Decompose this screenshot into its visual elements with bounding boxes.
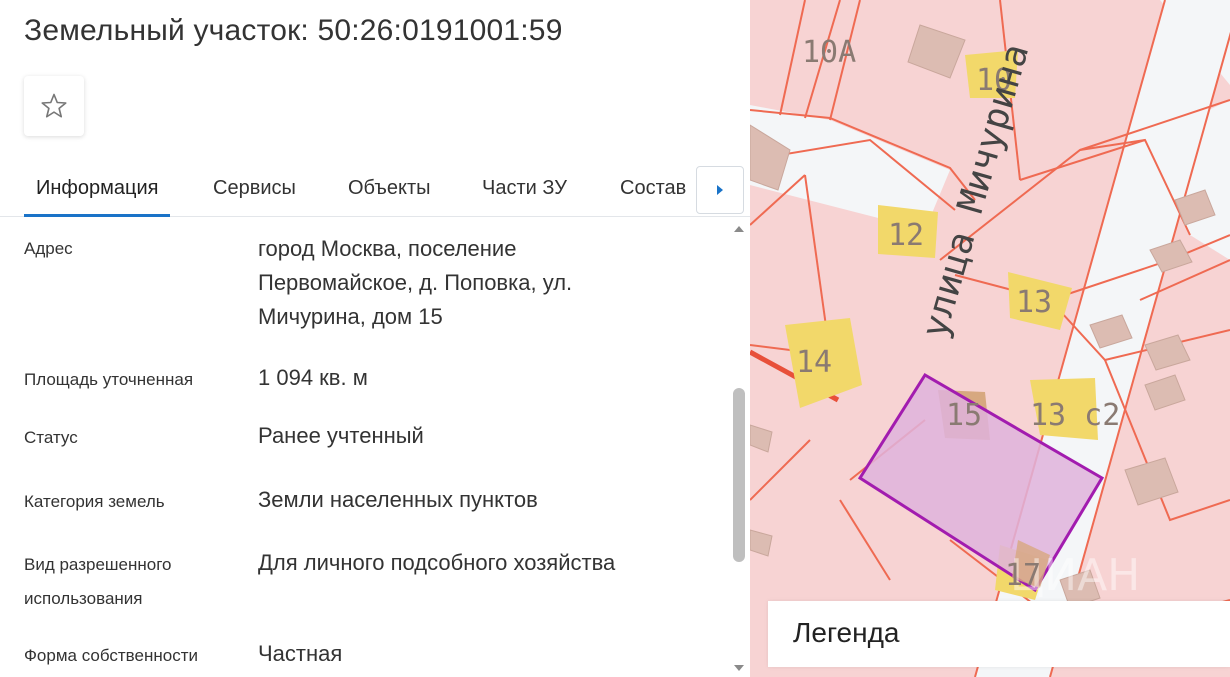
- house-label: 15: [946, 398, 982, 433]
- permitted-use-label-line: Вид разрешенного: [24, 555, 172, 574]
- address-label: Адрес: [24, 239, 73, 258]
- triangle-down-icon: [734, 665, 744, 671]
- status-value: Ранее учтенный: [258, 423, 424, 448]
- legend-label: Легенда: [793, 617, 900, 648]
- tab-services[interactable]: Сервисы: [213, 160, 296, 216]
- address-line: Первомайское, д. Поповка, ул.: [258, 270, 573, 295]
- scroll-down-arrow[interactable]: [732, 661, 746, 675]
- ownership-label: Форма собственности: [24, 646, 198, 665]
- address-line: город Москва, поселение: [258, 236, 517, 261]
- tabs-next-button[interactable]: [696, 166, 744, 214]
- tab-bar: Информация Сервисы Объекты Части ЗУ Сост…: [0, 160, 750, 217]
- address-value: город Москва, поселение Первомайское, д.…: [258, 232, 718, 334]
- page-title: Земельный участок: 50:26:0191001:59: [24, 14, 563, 47]
- triangle-up-icon: [734, 226, 744, 232]
- permitted-use-label-line: использования: [24, 589, 143, 608]
- favorite-button[interactable]: [24, 76, 84, 136]
- address-line: Мичурина, дом 15: [258, 304, 443, 329]
- area-value: 1 094 кв. м: [258, 365, 368, 390]
- map-canvas[interactable]: ЦИАН 10А 10 12 13 14 15 13 с2 17 улица М…: [750, 0, 1230, 677]
- house-label: 12: [888, 218, 924, 253]
- info-panel: Земельный участок: 50:26:0191001:59 Инфо…: [0, 0, 750, 677]
- tab-objects[interactable]: Объекты: [348, 160, 430, 216]
- house-label: 10А: [802, 35, 856, 70]
- house-label: 13: [1016, 285, 1052, 320]
- tab-composition[interactable]: Состав: [620, 160, 686, 216]
- house-label: 17: [1005, 558, 1041, 593]
- permitted-use-label: Вид разрешенного использования: [24, 548, 244, 616]
- scroll-thumb[interactable]: [733, 388, 745, 562]
- house-label: 13 с2: [1030, 398, 1120, 433]
- tab-information[interactable]: Информация: [24, 160, 171, 217]
- cadastral-map[interactable]: ЦИАН 10А 10 12 13 14 15 13 с2 17 улица М…: [750, 0, 1230, 677]
- tab-parcel-parts[interactable]: Части ЗУ: [482, 160, 567, 216]
- info-list: Адрес город Москва, поселение Первомайск…: [0, 218, 732, 677]
- permitted-use-value: Для личного подсобного хозяйства: [258, 550, 616, 575]
- status-label: Статус: [24, 428, 78, 447]
- info-scrollbar[interactable]: [732, 218, 746, 677]
- category-value: Земли населенных пунктов: [258, 487, 538, 512]
- category-label: Категория земель: [24, 492, 165, 511]
- area-label: Площадь уточненная: [24, 370, 194, 389]
- ownership-value: Частная: [258, 641, 343, 666]
- star-icon: [41, 93, 67, 118]
- legend-button[interactable]: Легенда: [768, 601, 1230, 667]
- caret-right-icon: [717, 185, 723, 195]
- house-label: 14: [796, 345, 832, 380]
- scroll-up-arrow[interactable]: [732, 222, 746, 236]
